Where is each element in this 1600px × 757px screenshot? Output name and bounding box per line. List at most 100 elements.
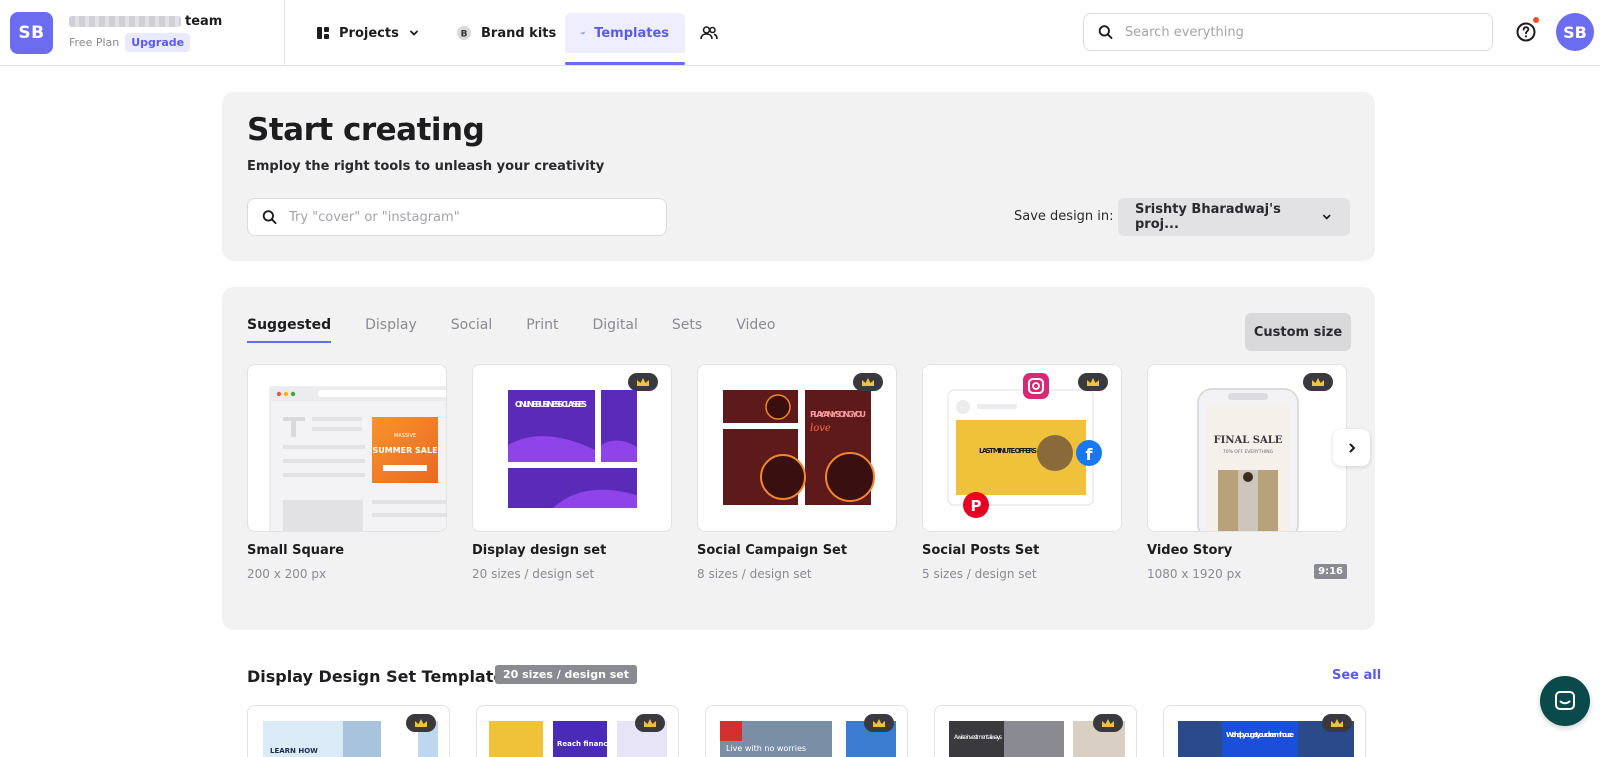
tab-suggested[interactable]: Suggested	[247, 317, 332, 343]
display-thumb-text: Reach financial	[557, 740, 617, 748]
template-name: Small Square	[247, 543, 345, 558]
template-card-social-campaign-set[interactable]: PLAY ANY SONG YOU love Social Campaign S…	[697, 364, 897, 581]
projects-icon	[317, 27, 329, 39]
browser-mockup-illustration: MASSIVE SUMMER SALE	[269, 386, 446, 531]
svg-text:P: P	[971, 497, 982, 515]
template-thumbnail: PLAY ANY SONG YOU love	[697, 364, 897, 532]
template-size: 20 sizes / design set	[472, 567, 595, 581]
display-thumb-text: We help you get your dream house	[1226, 731, 1294, 739]
display-template-card[interactable]: We help you get your dream house	[1163, 705, 1366, 757]
nav-templates-label: Templates	[594, 25, 669, 41]
nav-projects-label: Projects	[339, 25, 399, 41]
divider	[284, 0, 285, 66]
thumb-summer-top: MASSIVE	[394, 433, 416, 439]
premium-badge	[406, 714, 436, 732]
display-template-card[interactable]: Reach financial	[476, 705, 679, 757]
tab-sets[interactable]: Sets	[672, 317, 702, 343]
template-thumbnail: MASSIVE SUMMER SALE	[247, 364, 447, 532]
upgrade-button[interactable]: Upgrade	[125, 33, 191, 52]
redacted-team-name	[69, 16, 181, 27]
chat-icon	[1555, 691, 1575, 710]
section-title: Display Design Set Templates	[247, 667, 514, 686]
premium-badge	[1303, 373, 1333, 391]
template-card-small-square[interactable]: MASSIVE SUMMER SALE Small Square 200 x 2…	[247, 364, 447, 581]
custom-size-button[interactable]: Custom size	[1245, 313, 1351, 351]
search-icon	[1098, 25, 1113, 39]
page-subtitle: Employ the right tools to unleash your c…	[247, 159, 605, 174]
top-bar: SB team Free Plan Upgrade Projects B Bra…	[0, 0, 1600, 66]
template-thumbnail: FINAL SALE 70% OFF EVERYTHING	[1147, 364, 1347, 532]
global-search-input[interactable]	[1124, 24, 1492, 40]
team-avatar[interactable]: SB	[10, 12, 53, 54]
user-avatar[interactable]: SB	[1556, 13, 1594, 51]
global-search[interactable]	[1083, 13, 1493, 51]
chevron-down-icon	[1322, 214, 1330, 220]
template-search-input[interactable]	[288, 209, 666, 225]
team-suffix: team	[185, 14, 223, 29]
crown-icon	[637, 378, 649, 386]
brand-kit-icon: B	[457, 26, 471, 40]
template-size: 8 sizes / design set	[697, 567, 812, 581]
template-thumbnail: LAST MINUTE OFFERS f P	[922, 364, 1122, 532]
carousel-next-button[interactable]	[1333, 429, 1370, 466]
save-location-select[interactable]: Srishty Bharadwaj's proj...	[1118, 198, 1350, 236]
search-icon	[262, 210, 277, 225]
template-card-video-story[interactable]: FINAL SALE 70% OFF EVERYTHING Video Stor…	[1147, 364, 1347, 581]
template-card-social-posts-set[interactable]: LAST MINUTE OFFERS f P Social Posts Set …	[922, 364, 1122, 581]
template-size: 200 x 200 px	[247, 567, 327, 581]
people-icon	[700, 26, 718, 40]
display-thumb-text: Live with no worries	[726, 744, 806, 753]
chat-support-button[interactable]	[1540, 676, 1590, 726]
save-design-label: Save design in:	[1014, 209, 1114, 224]
start-creating-panel: Start creating Employ the right tools to…	[222, 92, 1375, 261]
tab-video[interactable]: Video	[736, 317, 775, 343]
tab-display[interactable]: Display	[365, 317, 417, 343]
premium-badge	[864, 714, 894, 732]
template-picker: Suggested Display Social Print Digital S…	[222, 287, 1375, 630]
template-size: 5 sizes / design set	[922, 567, 1037, 581]
display-template-card[interactable]: A wise investment always	[934, 705, 1137, 757]
nav-brand-kits[interactable]: B Brand kits	[440, 13, 572, 53]
thumb-last-minute: LAST MINUTE OFFERS	[979, 447, 1037, 455]
save-location-value: Srishty Bharadwaj's proj...	[1135, 202, 1281, 232]
display-template-card[interactable]: Live with no worries	[705, 705, 908, 757]
plan-info: Free Plan Upgrade	[69, 33, 191, 52]
thumb-love: love	[810, 423, 831, 434]
premium-badge	[1093, 714, 1123, 732]
section-badge: 20 sizes / design set	[495, 665, 637, 684]
crown-icon	[644, 719, 656, 727]
template-card-display-design-set[interactable]: ONLINE BUSINESS CLASSES Display design s…	[472, 364, 672, 581]
nav-brand-kits-label: Brand kits	[481, 25, 557, 41]
premium-badge	[1322, 714, 1352, 732]
thumb-play-song: PLAY ANY SONG YOU	[810, 410, 866, 419]
notification-dot	[1532, 16, 1540, 24]
category-tabs: Suggested Display Social Print Digital S…	[247, 317, 775, 343]
crown-icon	[862, 378, 874, 386]
crown-icon	[873, 719, 885, 727]
tab-print[interactable]: Print	[526, 317, 558, 343]
tab-digital[interactable]: Digital	[592, 317, 637, 343]
templates-icon	[581, 31, 586, 35]
chevron-down-icon	[409, 30, 418, 36]
thumb-online-classes: ONLINE BUSINESS CLASSES	[515, 400, 587, 409]
template-name: Display design set	[472, 543, 607, 558]
team-members-button[interactable]	[692, 13, 726, 53]
display-template-card[interactable]: LEARN HOW	[247, 705, 450, 757]
thumb-final-sub: 70% OFF EVERYTHING	[1223, 449, 1274, 455]
nav-projects[interactable]: Projects	[300, 13, 436, 53]
crown-icon	[1102, 719, 1114, 727]
see-all-link[interactable]: See all	[1332, 668, 1381, 683]
plan-label: Free Plan	[69, 36, 120, 49]
template-search[interactable]	[247, 198, 667, 236]
template-name: Social Campaign Set	[697, 543, 848, 558]
premium-badge	[628, 373, 658, 391]
nav-templates[interactable]: Templates	[565, 13, 685, 53]
team-name[interactable]: team	[69, 14, 222, 29]
display-thumb-text: LEARN HOW	[270, 747, 318, 755]
crown-icon	[1087, 378, 1099, 386]
tab-social[interactable]: Social	[451, 317, 493, 343]
display-thumb-text: A wise investment always	[954, 734, 1002, 741]
premium-badge	[853, 373, 883, 391]
page-title: Start creating	[247, 112, 485, 148]
premium-badge	[1078, 373, 1108, 391]
